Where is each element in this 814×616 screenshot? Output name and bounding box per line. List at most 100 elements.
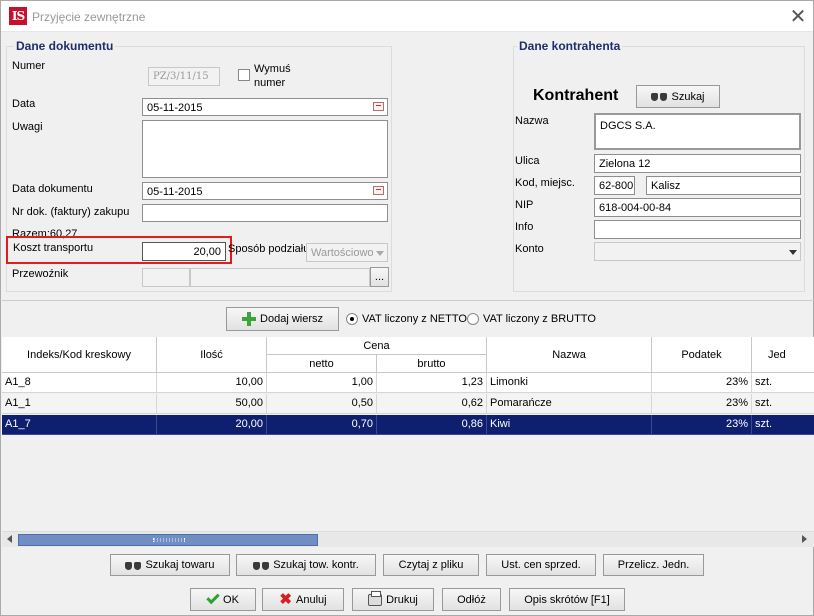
header-netto[interactable]: netto — [267, 355, 377, 373]
table-row[interactable]: A1_7 20,00 0,70 0,86 Kiwi 23% szt. — [2, 415, 814, 435]
cell-nazwa[interactable]: Pomarańcze — [487, 394, 652, 414]
cell-indeks[interactable]: A1_7 — [2, 415, 157, 435]
cell-podatek[interactable]: 23% — [652, 415, 752, 435]
chevron-down-icon — [789, 250, 797, 255]
cell-indeks[interactable]: A1_8 — [2, 373, 157, 393]
title-bar: IS Przyjęcie zewnętrzne ✕ — [1, 1, 813, 32]
przewoznik-code-field[interactable] — [142, 268, 190, 287]
cell-indeks[interactable]: A1_1 — [2, 394, 157, 414]
ok-button[interactable]: OK — [190, 588, 256, 611]
przewoznik-browse-button[interactable]: ... — [370, 267, 389, 287]
header-jed[interactable]: Jed — [752, 337, 814, 373]
miejscowosc-field[interactable]: Kalisz — [646, 176, 801, 195]
app-logo-icon: IS — [9, 7, 27, 25]
kod-pocztowy-field[interactable]: 62-800 — [594, 176, 635, 195]
scroll-thumb[interactable] — [18, 534, 318, 546]
odloz-button[interactable]: Odłóż — [442, 588, 501, 611]
szukaj-kontrahent-button[interactable]: Szukaj — [636, 85, 720, 108]
przewoznik-field[interactable] — [190, 268, 370, 287]
uwagi-label: Uwagi — [12, 121, 43, 133]
cell-podatek[interactable]: 23% — [652, 373, 752, 393]
data-dokumentu-field[interactable]: 05-11-2015 — [142, 182, 388, 200]
dodaj-wiersz-button[interactable]: Dodaj wiersz — [226, 307, 339, 331]
nip-field[interactable]: 618-004-00-84 — [594, 198, 801, 217]
cell-netto[interactable]: 0,50 — [267, 394, 377, 414]
calendar-icon[interactable] — [373, 102, 384, 111]
vat-netto-radio[interactable] — [346, 313, 358, 325]
cell-jed[interactable]: szt. — [752, 373, 814, 393]
binoculars-icon — [253, 560, 270, 571]
szukaj-kontrahent-label: Szukaj — [671, 90, 705, 103]
close-icon[interactable]: ✕ — [787, 5, 809, 27]
data-dokumentu-label: Data dokumentu — [12, 183, 93, 195]
nip-label: NIP — [515, 199, 534, 211]
table-row[interactable]: A1_8 10,00 1,00 1,23 Limonki 23% szt. — [2, 373, 814, 393]
wymus-label: Wymuś numer — [254, 62, 291, 90]
numer-label: Numer — [12, 60, 46, 72]
scroll-right-icon[interactable] — [802, 535, 807, 543]
data-dokumentu-value: 05-11-2015 — [147, 186, 203, 198]
cell-brutto[interactable]: 1,23 — [377, 373, 487, 393]
vat-brutto-label: VAT liczony z BRUTTO — [483, 313, 596, 325]
ulica-field[interactable]: Zielona 12 — [594, 154, 801, 173]
cell-nazwa[interactable]: Kiwi — [487, 415, 652, 435]
header-nazwa[interactable]: Nazwa — [487, 337, 652, 373]
cell-ilosc[interactable]: 20,00 — [157, 415, 267, 435]
numer-field[interactable]: PZ/3/11/15 — [148, 67, 220, 86]
cell-podatek[interactable]: 23% — [652, 394, 752, 414]
header-indeks[interactable]: Indeks/Kod kreskowy — [2, 337, 157, 373]
header-podatek[interactable]: Podatek — [652, 337, 752, 373]
szukaj-towaru-button[interactable]: Szukaj towaru — [110, 554, 230, 576]
vat-brutto-radio[interactable] — [467, 313, 479, 325]
cell-brutto[interactable]: 0,62 — [377, 394, 487, 414]
ulica-label: Ulica — [515, 155, 540, 167]
header-cena[interactable]: Cena — [267, 337, 487, 355]
cell-netto[interactable]: 0,70 — [267, 415, 377, 435]
header-ilosc[interactable]: Ilość — [157, 337, 267, 373]
konto-label: Konto — [515, 243, 544, 255]
divider — [2, 300, 814, 301]
items-table: Indeks/Kod kreskowy Ilość Cena netto bru… — [2, 337, 814, 531]
horizontal-scrollbar[interactable] — [2, 531, 814, 547]
chevron-down-icon — [376, 251, 384, 256]
ust-cen-sprzed-button[interactable]: Ust. cen sprzed. — [486, 554, 596, 576]
szukaj-towaru-label: Szukaj towaru — [145, 559, 215, 571]
cell-nazwa[interactable]: Limonki — [487, 373, 652, 393]
cell-ilosc[interactable]: 10,00 — [157, 373, 267, 393]
drukuj-label: Drukuj — [386, 593, 418, 606]
wymus-checkbox[interactable] — [238, 69, 250, 81]
nazwa-field[interactable]: DGCS S.A. — [594, 113, 801, 150]
nr-dok-field[interactable] — [142, 204, 388, 222]
checkmark-icon — [206, 590, 220, 605]
przewoznik-label: Przewoźnik — [12, 268, 69, 280]
dialog-window: IS Przyjęcie zewnętrzne ✕ Dane dokumentu… — [0, 0, 814, 616]
nazwa-label: Nazwa — [515, 115, 549, 127]
kontrahent-heading: Kontrahent — [533, 87, 619, 104]
kod-miejsc-label: Kod, miejsc. — [515, 177, 575, 189]
sposob-podzialu-select[interactable]: Wartościowo — [306, 243, 388, 262]
cell-ilosc[interactable]: 50,00 — [157, 394, 267, 414]
document-group-title: Dane dokumentu — [14, 39, 116, 53]
cell-jed[interactable]: szt. — [752, 394, 814, 414]
info-field[interactable] — [594, 220, 801, 239]
uwagi-textarea[interactable] — [142, 120, 388, 178]
contractor-group-title: Dane kontrahenta — [517, 39, 623, 53]
drukuj-button[interactable]: Drukuj — [352, 588, 434, 611]
opis-skrotow-button[interactable]: Opis skrótów [F1] — [509, 588, 625, 611]
scroll-left-icon[interactable] — [7, 535, 12, 543]
konto-select[interactable] — [594, 242, 801, 261]
cell-brutto[interactable]: 0,86 — [377, 415, 487, 435]
table-row[interactable]: A1_1 50,00 0,50 0,62 Pomarańcze 23% szt. — [2, 394, 814, 414]
nr-dok-label: Nr dok. (faktury) zakupu — [12, 206, 130, 218]
data-field[interactable]: 05-11-2015 — [142, 98, 388, 116]
anuluj-button[interactable]: ✖ Anuluj — [262, 588, 344, 611]
calendar-icon[interactable] — [373, 186, 384, 195]
szukaj-tow-kontr-button[interactable]: Szukaj tow. kontr. — [236, 554, 376, 576]
czytaj-z-pliku-button[interactable]: Czytaj z pliku — [383, 554, 479, 576]
binoculars-icon — [651, 91, 668, 102]
header-brutto[interactable]: brutto — [377, 355, 487, 373]
cell-jed[interactable]: szt. — [752, 415, 814, 435]
przelicz-jedn-button[interactable]: Przelicz. Jedn. — [603, 554, 704, 576]
vat-netto-label: VAT liczony z NETTO — [362, 313, 467, 325]
cell-netto[interactable]: 1,00 — [267, 373, 377, 393]
